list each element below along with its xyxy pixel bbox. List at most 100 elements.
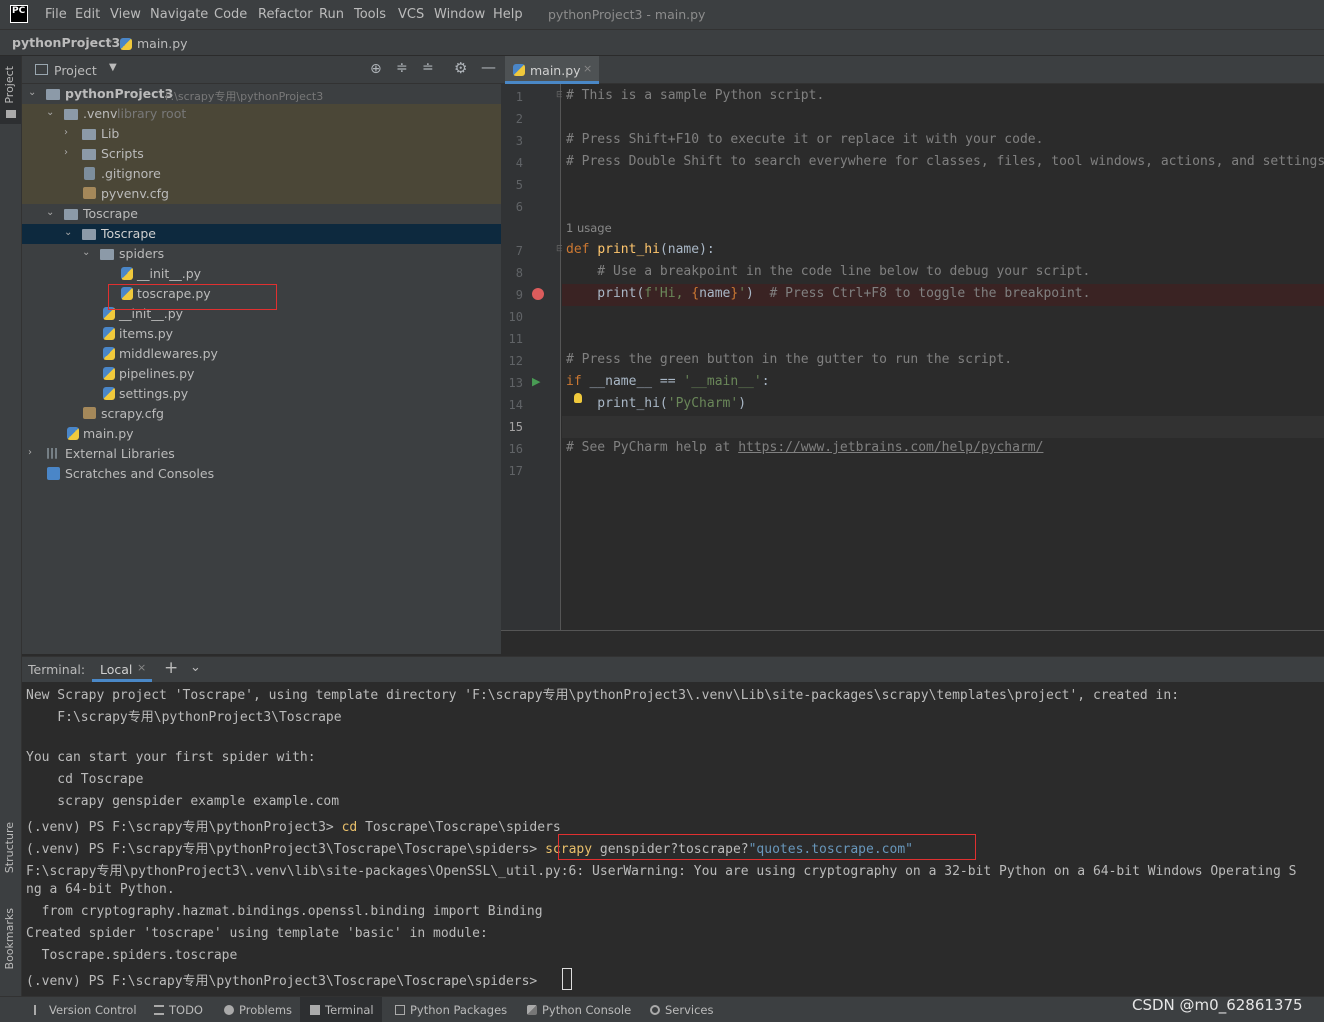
tree-item-label: spiders bbox=[119, 246, 165, 261]
tree-item-lib[interactable]: › Lib bbox=[22, 124, 501, 144]
tree-item-pyvenv-cfg[interactable]: pyvenv.cfg bbox=[22, 184, 501, 204]
status-item-label: Version Control bbox=[49, 1003, 137, 1017]
breadcrumb-project[interactable]: pythonProject3 bbox=[12, 35, 120, 50]
chevron-down-icon[interactable]: ⌄ bbox=[46, 207, 56, 218]
python-file-icon bbox=[103, 327, 115, 340]
tree-item-label: __init__.py bbox=[137, 266, 202, 281]
code-line-8: # Use a breakpoint in the code line belo… bbox=[566, 264, 1091, 279]
menu-view[interactable]: View bbox=[110, 7, 141, 22]
menu-file[interactable]: File bbox=[45, 7, 67, 22]
code-line-12: # Press the green button in the gutter t… bbox=[566, 352, 1013, 367]
tree-item-spiders[interactable]: ⌄ spiders bbox=[22, 244, 501, 264]
tree-item-label: .gitignore bbox=[101, 166, 161, 181]
terminal-output[interactable]: New Scrapy project 'Toscrape', using tem… bbox=[22, 682, 1324, 996]
tree-item-label: .venv bbox=[83, 106, 118, 121]
chevron-down-icon[interactable]: ⌄ bbox=[82, 247, 92, 258]
tree-item-main-py[interactable]: main.py bbox=[22, 424, 501, 444]
terminal-icon bbox=[310, 1005, 320, 1015]
code-line-4: # Press Double Shift to search everywher… bbox=[566, 154, 1324, 169]
breakpoint-icon[interactable] bbox=[532, 288, 544, 300]
tree-item-venv[interactable]: ⌄ .venv library root bbox=[22, 104, 501, 124]
terminal-line: F:\scrapy专用\pythonProject3\.venv\lib\sit… bbox=[26, 864, 1297, 879]
menu-bar: PC File Edit View Navigate Code Refactor… bbox=[0, 0, 1324, 30]
structure-tool-tab[interactable]: Structure bbox=[3, 822, 16, 873]
window-title: pythonProject3 - main.py bbox=[548, 7, 706, 22]
project-view-selector[interactable]: Project bbox=[54, 63, 97, 78]
menu-navigate[interactable]: Navigate bbox=[150, 7, 208, 22]
tab-local[interactable]: Local × bbox=[92, 657, 152, 682]
chevron-right-icon[interactable]: › bbox=[64, 147, 74, 158]
menu-vcs[interactable]: VCS bbox=[398, 7, 424, 22]
tree-item-gitignore[interactable]: .gitignore bbox=[22, 164, 501, 184]
comment: # Press Ctrl+F8 to toggle the breakpoint… bbox=[769, 286, 1091, 301]
python-console-tab[interactable]: Python Console bbox=[527, 1003, 631, 1017]
menu-help[interactable]: Help bbox=[493, 7, 523, 22]
chevron-down-icon[interactable]: ⌄ bbox=[46, 107, 56, 118]
code-text: ) bbox=[738, 396, 747, 411]
python-packages-tab[interactable]: Python Packages bbox=[395, 1003, 507, 1017]
tree-item-settings-py[interactable]: settings.py bbox=[22, 384, 501, 404]
close-icon[interactable]: × bbox=[583, 62, 592, 75]
terminal-tab[interactable]: Terminal bbox=[310, 1003, 374, 1017]
usage-hint[interactable]: 1 usage bbox=[566, 221, 612, 235]
bookmarks-tool-tab[interactable]: Bookmarks bbox=[3, 908, 16, 969]
menu-window[interactable]: Window bbox=[434, 7, 485, 22]
code-editor[interactable]: # This is a sample Python script. # Pres… bbox=[562, 84, 1324, 630]
package-folder-icon bbox=[82, 229, 96, 240]
tree-item-external-libraries[interactable]: › ||| External Libraries bbox=[22, 444, 501, 464]
menu-run[interactable]: Run bbox=[319, 7, 344, 22]
tab-main-py[interactable]: main.py × bbox=[505, 56, 599, 84]
version-control-tab[interactable]: Version Control bbox=[34, 1003, 137, 1017]
project-tool-tab[interactable]: Project bbox=[3, 66, 16, 104]
code-line-16: # See PyCharm help at https://www.jetbra… bbox=[566, 440, 1043, 455]
chevron-right-icon[interactable]: › bbox=[64, 127, 74, 138]
file-icon bbox=[84, 167, 95, 180]
tree-item-scratches[interactable]: Scratches and Consoles bbox=[22, 464, 501, 484]
problems-tab[interactable]: Problems bbox=[224, 1003, 292, 1017]
todo-tab[interactable]: TODO bbox=[154, 1003, 203, 1017]
chevron-down-icon[interactable]: ⌄ bbox=[28, 87, 38, 98]
tree-item-toscrape-package[interactable]: ⌄ Toscrape bbox=[22, 224, 501, 244]
menu-tools[interactable]: Tools bbox=[354, 7, 386, 22]
watermark: CSDN @m0_62861375 bbox=[1132, 996, 1303, 1014]
tree-item-pipelines-py[interactable]: pipelines.py bbox=[22, 364, 501, 384]
services-tab[interactable]: Services bbox=[650, 1003, 714, 1017]
new-terminal-icon[interactable]: + bbox=[164, 658, 178, 678]
tree-item-pythonproject3[interactable]: ⌄ pythonProject3 F:\scrapy专用\pythonProje… bbox=[22, 84, 501, 104]
locate-icon[interactable]: ⊕ bbox=[370, 61, 382, 77]
menu-edit[interactable]: Edit bbox=[75, 7, 100, 22]
expand-all-icon[interactable]: ≑ bbox=[396, 60, 408, 76]
code-line-9: print(f'Hi, {name}') # Press Ctrl+F8 to … bbox=[566, 286, 1090, 301]
code-text: (name): bbox=[659, 242, 715, 257]
chevron-down-icon[interactable]: ⌄ bbox=[190, 660, 201, 675]
tree-item-spiders-init[interactable]: __init__.py bbox=[22, 264, 501, 284]
tree-item-toscrape[interactable]: ⌄ Toscrape bbox=[22, 204, 501, 224]
project-panel-header: Project ▼ ⊕ ≑ ≐ ⚙ — bbox=[22, 56, 501, 84]
chevron-right-icon[interactable]: › bbox=[28, 447, 38, 458]
line-number: 1 bbox=[515, 90, 523, 104]
help-link[interactable]: https://www.jetbrains.com/help/pycharm/ bbox=[738, 440, 1043, 455]
chevron-down-icon[interactable]: ▼ bbox=[109, 62, 117, 73]
folder-icon bbox=[6, 110, 16, 118]
keyword: def bbox=[566, 242, 598, 257]
folder-icon bbox=[46, 89, 60, 100]
breadcrumb-file[interactable]: main.py bbox=[137, 36, 188, 51]
tree-item-items-py[interactable]: items.py bbox=[22, 324, 501, 344]
tree-item-scrapy-cfg[interactable]: scrapy.cfg bbox=[22, 404, 501, 424]
minimize-icon[interactable]: — bbox=[481, 58, 496, 76]
line-number: 15 bbox=[508, 420, 523, 434]
tree-item-label: settings.py bbox=[119, 386, 189, 401]
run-icon[interactable]: ▶ bbox=[532, 375, 540, 388]
tree-item-middlewares-py[interactable]: middlewares.py bbox=[22, 344, 501, 364]
close-icon[interactable]: × bbox=[137, 661, 146, 674]
tree-item-scripts[interactable]: › Scripts bbox=[22, 144, 501, 164]
chevron-down-icon[interactable]: ⌄ bbox=[64, 227, 74, 238]
gear-icon[interactable]: ⚙ bbox=[454, 59, 467, 77]
keyword: if bbox=[566, 374, 590, 389]
string: '__main__' bbox=[683, 374, 762, 389]
collapse-all-icon[interactable]: ≐ bbox=[422, 60, 434, 76]
tree-item-label: Toscrape bbox=[101, 226, 156, 241]
menu-refactor[interactable]: Refactor bbox=[258, 7, 313, 22]
menu-code[interactable]: Code bbox=[214, 7, 247, 22]
highlight-box bbox=[108, 284, 277, 310]
